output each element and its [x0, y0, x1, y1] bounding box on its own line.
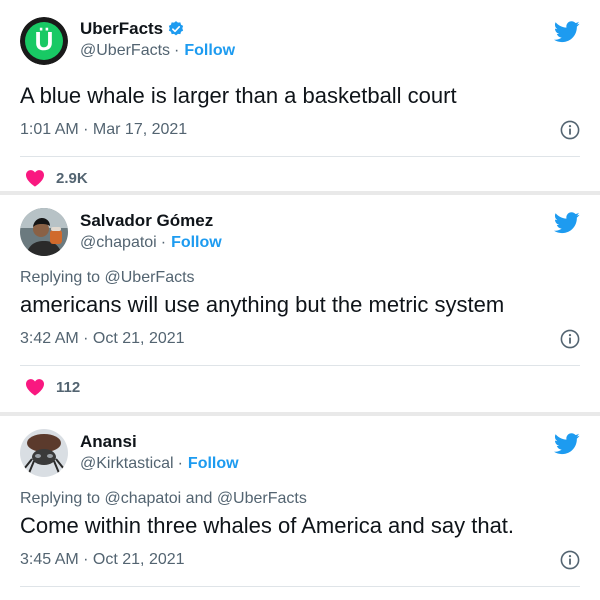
- author-name[interactable]: UberFacts: [80, 19, 163, 39]
- tweet-chapatoi[interactable]: Salvador Gómez @chapatoi · Follow Replying…: [0, 195, 600, 412]
- heart-icon: [26, 170, 44, 187]
- author-block: Salvador Gómez @chapatoi · Follow: [80, 211, 222, 253]
- twitter-bird-icon[interactable]: [554, 433, 580, 455]
- tweet-timestamp[interactable]: 3:45 AM · Oct 21, 2021: [20, 551, 185, 568]
- separator-dot: ·: [174, 42, 180, 59]
- follow-button[interactable]: Follow: [171, 234, 222, 251]
- separator-dot: ·: [177, 455, 183, 472]
- follow-button[interactable]: Follow: [184, 42, 235, 59]
- avatar-letter: Ü: [35, 26, 54, 56]
- verified-badge-icon: [169, 21, 184, 36]
- tweet-header: Salvador Gómez @chapatoi · Follow: [20, 208, 580, 258]
- reply-context[interactable]: Replying to @chapatoi and @UberFacts: [20, 489, 580, 509]
- divider: [20, 586, 580, 587]
- tweet-meta: 3:45 AM · Oct 21, 2021: [20, 550, 580, 574]
- tweet-thread: Ü UberFacts @UberFacts · Follow A blue w…: [0, 0, 600, 600]
- author-handle[interactable]: @chapatoi: [80, 234, 157, 251]
- heart-icon: [26, 379, 44, 396]
- author-name[interactable]: Anansi: [80, 432, 137, 452]
- tweet-meta: 3:42 AM · Oct 21, 2021: [20, 329, 580, 353]
- info-icon[interactable]: [560, 329, 580, 349]
- avatar-uberfacts[interactable]: Ü: [20, 17, 68, 65]
- author-handle[interactable]: @Kirktastical: [80, 455, 174, 472]
- reply-context[interactable]: Replying to @UberFacts: [20, 268, 580, 288]
- author-handle[interactable]: @UberFacts: [80, 42, 170, 59]
- author-name[interactable]: Salvador Gómez: [80, 211, 213, 231]
- avatar-kirktastical[interactable]: [20, 429, 68, 477]
- like-button[interactable]: 2.9K: [20, 157, 580, 199]
- separator-dot: ·: [160, 234, 167, 251]
- follow-button[interactable]: Follow: [188, 455, 239, 472]
- tweet-uberfacts[interactable]: Ü UberFacts @UberFacts · Follow A blue w…: [0, 0, 600, 191]
- tweet-meta: 1:01 AM · Mar 17, 2021: [20, 120, 580, 144]
- tweet-timestamp[interactable]: 1:01 AM · Mar 17, 2021: [20, 121, 187, 138]
- like-count: 112: [56, 378, 81, 396]
- tweet-text: americans will use anything but the metr…: [20, 292, 505, 317]
- avatar-chapatoi[interactable]: [20, 208, 68, 256]
- tweet-text: A blue whale is larger than a basketball…: [20, 83, 457, 108]
- like-count: 2.9K: [56, 169, 88, 187]
- tweet-kirktastical[interactable]: Anansi @Kirktastical · Follow Replying to …: [0, 416, 600, 600]
- info-icon[interactable]: [560, 550, 580, 570]
- twitter-bird-icon[interactable]: [554, 21, 580, 43]
- tweet-header: Anansi @Kirktastical · Follow: [20, 429, 580, 479]
- like-button[interactable]: 112: [20, 366, 580, 408]
- author-block: Anansi @Kirktastical · Follow: [80, 432, 239, 474]
- tweet-header: Ü UberFacts @UberFacts · Follow: [20, 17, 580, 67]
- tweet-timestamp[interactable]: 3:42 AM · Oct 21, 2021: [20, 330, 185, 347]
- info-icon[interactable]: [560, 120, 580, 140]
- twitter-bird-icon[interactable]: [554, 212, 580, 234]
- author-block: UberFacts @UberFacts · Follow: [80, 19, 235, 61]
- tweet-text: Come within three whales of America and …: [20, 513, 515, 538]
